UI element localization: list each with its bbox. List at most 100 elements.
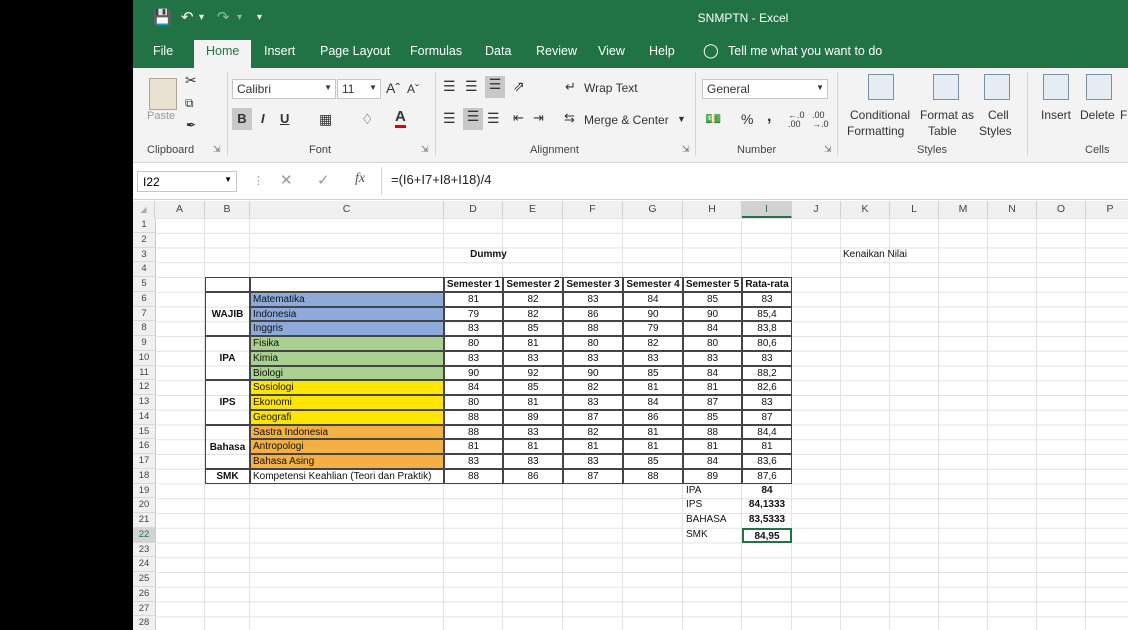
column-header-d[interactable]: D [444,201,503,218]
subject-cell[interactable]: Indonesia [250,306,444,322]
value-cell[interactable]: 83 [742,350,792,366]
value-cell[interactable]: 80,6 [742,336,792,351]
decrease-font-icon[interactable]: Aˇ [407,82,419,96]
value-cell[interactable]: 83 [444,454,503,469]
column-header-i[interactable]: I [742,201,792,218]
row-header-6[interactable]: 6 [133,292,155,307]
column-header-g[interactable]: G [623,201,683,218]
group-label-cell[interactable]: IPS [205,380,250,425]
value-cell[interactable]: 83 [563,395,623,410]
cancel-icon[interactable]: ✕ [280,171,293,189]
subject-cell[interactable]: Geografi [250,409,444,425]
value-cell[interactable]: 81 [623,380,683,395]
row-header-14[interactable]: 14 [133,410,155,425]
row-header-9[interactable]: 9 [133,336,155,351]
increase-font-icon[interactable]: Aˆ [386,80,400,96]
value-cell[interactable]: 84 [683,321,742,336]
row-header-3[interactable]: 3 [133,248,155,263]
row-header-22[interactable]: 22 [133,527,155,543]
value-cell[interactable]: 81 [623,424,683,440]
middle-align-icon[interactable]: ☰ [465,78,478,95]
subject-cell[interactable]: Biologi [250,365,444,381]
insert-cells-button[interactable]: Insert [1041,108,1071,122]
tab-formulas[interactable]: Formulas [410,44,462,58]
value-cell[interactable]: 83 [503,350,563,366]
align-right-icon[interactable]: ☰ [487,110,500,127]
subject-cell[interactable]: Inggris [250,321,444,336]
value-cell[interactable]: 83 [563,291,623,307]
value-cell[interactable]: 81 [683,380,742,395]
note-cell[interactable]: Kenaikan Nilai [841,248,939,263]
value-cell[interactable]: 90 [683,306,742,322]
value-cell[interactable]: 89 [683,468,742,484]
value-cell[interactable]: 88 [683,424,742,440]
value-cell[interactable]: 90 [563,365,623,381]
paste-icon[interactable] [149,78,177,110]
cell-styles-button[interactable]: Cell [988,108,1009,122]
undo-dropdown-icon[interactable]: ▾ [199,12,204,23]
value-cell[interactable]: 82 [563,380,623,395]
subject-cell[interactable]: Kompetensi Keahlian (Teori dan Praktik) [250,468,444,484]
value-cell[interactable]: 85 [683,291,742,307]
header-cell[interactable]: Semester 2 [503,277,563,292]
format-as-table-button[interactable]: Format as [920,108,974,122]
value-cell[interactable]: 83 [623,350,683,366]
tab-home[interactable]: Home [194,40,252,68]
column-header-o[interactable]: O [1037,201,1086,218]
row-header-19[interactable]: 19 [133,484,155,499]
value-cell[interactable]: 83 [683,350,742,366]
summary-value-cell[interactable]: 84,1333 [742,498,792,513]
subject-cell[interactable]: Fisika [250,336,444,351]
value-cell[interactable]: 84 [444,380,503,395]
value-cell[interactable]: 83,6 [742,454,792,469]
value-cell[interactable]: 81 [444,291,503,307]
sheet-title-cell[interactable]: Dummy [444,248,533,263]
column-header-p[interactable]: P [1086,201,1128,218]
row-header-13[interactable]: 13 [133,395,155,410]
active-cell[interactable]: 84,95 [742,527,792,543]
value-cell[interactable]: 84 [683,454,742,469]
value-cell[interactable]: 83 [503,424,563,440]
summary-label-cell[interactable]: BAHASA [683,513,742,528]
paste-button[interactable]: Paste [147,110,175,122]
value-cell[interactable]: 82 [503,291,563,307]
header-cell[interactable]: Semester 1 [444,277,503,292]
value-cell[interactable]: 85 [683,409,742,425]
value-cell[interactable]: 88 [563,321,623,336]
value-cell[interactable]: 83 [742,395,792,410]
subject-cell[interactable]: Bahasa Asing [250,454,444,469]
header-cell[interactable]: Rata-rata [742,277,792,292]
row-header-18[interactable]: 18 [133,469,155,484]
enter-icon[interactable]: ✓ [317,171,330,189]
header-cell[interactable]: Semester 4 [623,277,683,292]
customize-toolbar-icon[interactable]: ▾ [257,12,262,23]
value-cell[interactable]: 87 [563,409,623,425]
number-format-select[interactable]: General ▼ [702,79,828,99]
subject-cell[interactable]: Kimia [250,350,444,366]
fill-color-icon[interactable]: ♢ [361,111,374,128]
subject-cell[interactable]: Sosiologi [250,380,444,395]
wrap-text-button[interactable]: Wrap Text [584,81,638,95]
conditional-formatting-button[interactable]: Conditional [850,108,910,122]
value-cell[interactable]: 86 [563,306,623,322]
number-launcher-icon[interactable]: ⇲ [824,144,832,155]
value-cell[interactable]: 80 [444,336,503,351]
bottom-align-icon[interactable]: ☰ [485,76,505,98]
value-cell[interactable]: 85 [503,380,563,395]
decrease-indent-icon[interactable]: ⇤ [513,110,524,126]
summary-label-cell[interactable]: IPA [683,484,742,499]
value-cell[interactable]: 84 [683,365,742,381]
name-box[interactable]: I22 ▼ [137,171,237,192]
row-header-27[interactable]: 27 [133,602,155,617]
align-center-icon[interactable]: ☰ [463,108,483,130]
row-header-21[interactable]: 21 [133,513,155,528]
merge-dropdown-icon[interactable]: ▼ [677,114,686,124]
value-cell[interactable]: 83 [444,350,503,366]
value-cell[interactable]: 82 [563,424,623,440]
font-size-select[interactable]: 11 ▼ [337,79,381,99]
value-cell[interactable]: 81 [444,439,503,454]
comma-style-button[interactable]: , [767,108,771,126]
value-cell[interactable]: 83 [563,454,623,469]
header-cell-blank[interactable] [250,277,444,292]
column-header-e[interactable]: E [503,201,563,218]
